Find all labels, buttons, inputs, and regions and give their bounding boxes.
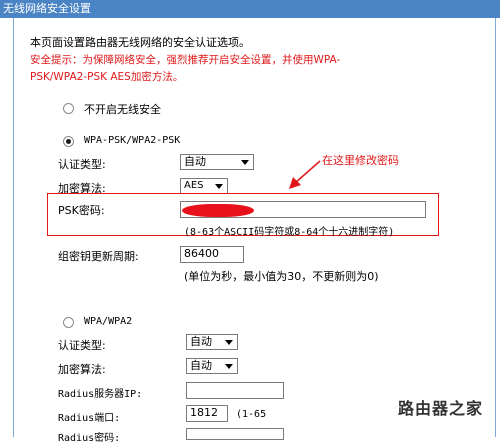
psk-encrypt-value: AES <box>184 180 204 191</box>
radius-port-value: 1812 <box>190 406 218 419</box>
group-key-renew-value: 86400 <box>184 247 219 260</box>
group-key-renew-label: 组密钥更新周期: <box>58 250 139 263</box>
no-security-radio[interactable] <box>63 103 74 114</box>
page-title: 无线网络安全设置 <box>3 2 91 15</box>
wpa-psk-radio[interactable] <box>63 136 74 147</box>
wpa-psk-label: WPA-PSK/WPA2-PSK <box>84 135 181 146</box>
radius-port-hint: (1-65 <box>236 409 267 420</box>
radius-ip-label: Radius服务器IP: <box>58 389 143 400</box>
wpa-auth-type-value: 自动 <box>190 335 212 348</box>
psk-auth-type-label: 认证类型: <box>58 158 106 171</box>
wpa-encrypt-select[interactable]: 自动 <box>186 358 238 374</box>
annotation-arrow <box>289 160 321 189</box>
chevron-down-icon <box>241 160 249 165</box>
redacted-password-mark <box>182 204 254 217</box>
annotation-text: 在这里修改密码 <box>322 154 399 167</box>
wpa-auth-type-label: 认证类型: <box>58 339 106 352</box>
psk-password-hint: (8-63个ASCII码字符或8-64个十六进制字符) <box>184 227 395 238</box>
intro-text: 本页面设置路由器无线网络的安全认证选项。 <box>30 36 250 49</box>
wpa-radio[interactable] <box>63 317 74 328</box>
wpa-encrypt-label: 加密算法: <box>58 363 106 376</box>
group-key-renew-input[interactable]: 86400 <box>180 246 244 263</box>
psk-auth-type-value: 自动 <box>184 155 206 168</box>
wpa-label: WPA/WPA2 <box>84 316 133 327</box>
security-tip-line1: 安全提示：为保障网络安全，强烈推荐开启安全设置，并使用WPA- <box>30 54 341 66</box>
psk-encrypt-select[interactable]: AES <box>180 178 228 194</box>
security-tip-line2: PSK/WPA2-PSK AES加密方法。 <box>30 71 184 83</box>
wpa-auth-type-select[interactable]: 自动 <box>186 334 238 350</box>
radius-password-input[interactable] <box>186 428 284 440</box>
chevron-down-icon <box>225 364 233 369</box>
radius-port-input[interactable]: 1812 <box>186 405 228 422</box>
wpa-encrypt-value: 自动 <box>190 359 212 372</box>
group-key-renew-hint: (单位为秒，最小值为30，不更新则为0) <box>184 270 379 283</box>
psk-password-label: PSK密码: <box>58 204 105 217</box>
radius-port-label: Radius端口: <box>58 413 121 424</box>
chevron-down-icon <box>215 184 223 189</box>
chevron-down-icon <box>225 340 233 345</box>
psk-auth-type-select[interactable]: 自动 <box>180 154 254 170</box>
watermark-logo: 路由器之家 <box>398 399 484 418</box>
radius-ip-input[interactable] <box>186 382 284 399</box>
title-bar: 无线网络安全设置 <box>0 0 500 18</box>
no-security-label: 不开启无线安全 <box>84 103 161 116</box>
